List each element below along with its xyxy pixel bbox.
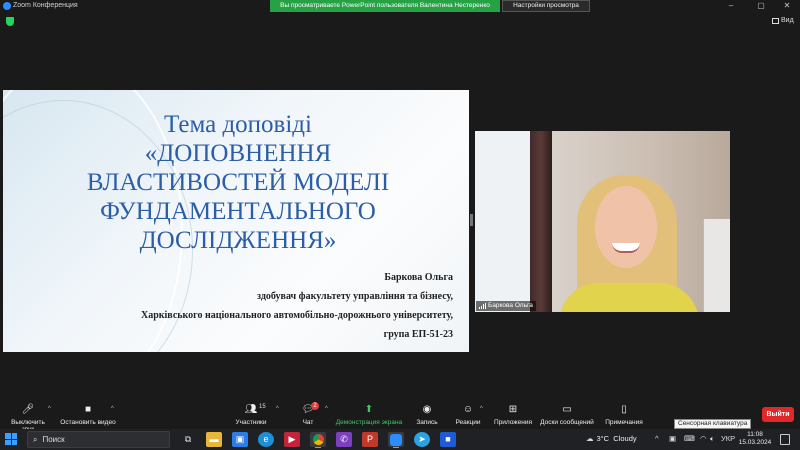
apps-button[interactable]: ⊞ Приложения bbox=[492, 404, 534, 426]
system-clock[interactable]: 11:08 15.03.2024 bbox=[736, 431, 774, 447]
slide-title-line: «ДОПОВНЕННЯ bbox=[144, 140, 332, 167]
stop-video-button[interactable]: ■ Остановить видео bbox=[60, 404, 116, 426]
language-indicator[interactable]: УКР bbox=[721, 434, 735, 443]
weather-desc: Cloudy bbox=[613, 434, 637, 443]
keyboard-icon[interactable]: ⌨ bbox=[684, 434, 695, 443]
video-options-chevron-icon[interactable]: ^ bbox=[111, 406, 114, 412]
maximize-button[interactable]: ▢ bbox=[748, 0, 774, 12]
view-options-button[interactable]: Настройки просмотра bbox=[502, 0, 590, 12]
apps-label: Приложения bbox=[493, 419, 533, 426]
apps-icon: ⊞ bbox=[508, 404, 518, 415]
clock-date: 15.03.2024 bbox=[738, 439, 772, 446]
notes-button[interactable]: ▯ Примечания bbox=[602, 404, 646, 426]
task-view-icon[interactable]: ⧉ bbox=[180, 432, 196, 447]
view-layout-label: Вид bbox=[781, 17, 794, 24]
show-hidden-icons-chevron-icon[interactable]: ^ bbox=[655, 434, 659, 443]
whiteboards-label: Доски сообщений bbox=[540, 419, 594, 426]
chat-label: Чат bbox=[302, 419, 314, 426]
file-explorer-icon[interactable]: ▬ bbox=[206, 432, 222, 447]
record-button[interactable]: ◉ Запись bbox=[412, 404, 442, 426]
slide-title-line: ФУНДАМЕНТАЛЬНОГО bbox=[100, 198, 376, 225]
title-bar: Zoom Конференция Вы просматриваете Power… bbox=[0, 0, 800, 12]
windows-taskbar: ⌕ Поиск ⧉ ▬ ▣ e ▶ ✆ P ➤ ■ ☁ 3°C Cloudy ^ ▣… bbox=[0, 429, 800, 450]
slide-author-block: Баркова Ольга здобувач факультету управл… bbox=[103, 268, 453, 344]
security-shield-icon[interactable] bbox=[6, 17, 14, 26]
grid-icon bbox=[772, 17, 779, 24]
weather-temp: 3°C bbox=[596, 434, 610, 443]
share-status-banner: Вы просматриваете PowerPoint пользовател… bbox=[270, 0, 500, 12]
participant-face bbox=[595, 186, 657, 268]
slide-title-line: ДОСЛІДЖЕННЯ» bbox=[139, 227, 337, 254]
chrome-icon[interactable] bbox=[310, 432, 326, 448]
signal-strength-icon bbox=[479, 303, 486, 309]
author-university: Харківського національного автомобільно-… bbox=[140, 310, 453, 321]
close-button[interactable]: ✕ bbox=[774, 0, 800, 12]
slide-title-line: ВЛАСТИВОСТЕЙ МОДЕЛІ bbox=[86, 169, 390, 196]
notifications-icon[interactable] bbox=[780, 434, 790, 445]
camera-icon: ■ bbox=[84, 404, 92, 415]
author-group: група ЕП-51-23 bbox=[383, 329, 453, 340]
app-tray-icon[interactable]: ▣ bbox=[669, 434, 676, 443]
record-label: Запись bbox=[416, 419, 438, 426]
volume-icon[interactable]: 🔈︎ bbox=[710, 434, 715, 444]
media-app-icon[interactable]: ▶ bbox=[284, 432, 300, 447]
edge-icon[interactable]: e bbox=[258, 432, 274, 447]
store-icon[interactable]: ▣ bbox=[232, 432, 248, 447]
participants-label: Участники bbox=[235, 419, 267, 426]
record-icon: ◉ bbox=[422, 404, 432, 415]
search-placeholder: Поиск bbox=[42, 435, 65, 444]
powerpoint-icon[interactable]: P bbox=[362, 432, 378, 447]
author-name: Баркова Ольга bbox=[384, 272, 453, 283]
view-layout-button[interactable]: Вид bbox=[772, 17, 794, 24]
notes-label: Примечания bbox=[605, 419, 643, 426]
window-title: Zoom Конференция bbox=[13, 2, 78, 9]
reactions-chevron-icon[interactable]: ^ bbox=[480, 406, 483, 412]
share-screen-icon: ⬆ bbox=[364, 404, 374, 415]
chat-chevron-icon[interactable]: ^ bbox=[325, 406, 328, 412]
chat-unread-badge: 2 bbox=[311, 402, 319, 410]
zoom-window: Zoom Конференция Вы просматриваете Power… bbox=[0, 0, 800, 450]
whiteboard-icon: ▭ bbox=[562, 404, 572, 415]
whiteboards-button[interactable]: ▭ Доски сообщений bbox=[538, 404, 596, 426]
viber-icon[interactable]: ✆ bbox=[336, 432, 352, 447]
slide-title-line: Тема доповіді bbox=[164, 111, 312, 138]
shared-slide: Тема доповіді «ДОПОВНЕННЯ ВЛАСТИВОСТЕЙ М… bbox=[3, 90, 469, 352]
participants-chevron-icon[interactable]: ^ bbox=[276, 406, 279, 412]
start-button[interactable] bbox=[5, 433, 17, 445]
clock-time: 11:08 bbox=[747, 431, 763, 438]
share-screen-button[interactable]: ⬆ Демонстрация экрана bbox=[334, 404, 404, 426]
minimize-button[interactable]: – bbox=[718, 0, 744, 12]
reactions-label: Реакции bbox=[455, 419, 481, 426]
zoom-app-icon bbox=[3, 2, 11, 10]
panel-resize-handle[interactable] bbox=[470, 214, 473, 226]
taskbar-search[interactable]: ⌕ Поиск bbox=[27, 431, 170, 448]
author-faculty: здобувач факультету управління та бізнес… bbox=[257, 291, 453, 302]
meet-app-icon[interactable]: ■ bbox=[440, 432, 456, 447]
microphone-icon: 🎤︎ bbox=[21, 404, 35, 415]
network-icon[interactable]: ◠ bbox=[700, 434, 707, 443]
search-icon: ⌕ bbox=[33, 435, 38, 444]
notes-icon: ▯ bbox=[621, 404, 627, 415]
leave-meeting-button[interactable]: Выйти bbox=[762, 407, 794, 422]
participant-video-tile[interactable]: Баркова Ольга bbox=[475, 131, 730, 312]
audio-options-chevron-icon[interactable]: ^ bbox=[48, 406, 51, 412]
zoom-taskbar-icon[interactable] bbox=[388, 432, 404, 448]
slide-title: Тема доповіді «ДОПОВНЕННЯ ВЛАСТИВОСТЕЙ М… bbox=[63, 110, 413, 255]
touch-keyboard-tooltip: Сенсорная клавиатура bbox=[674, 419, 752, 429]
participants-count: 15 bbox=[259, 404, 266, 410]
participant-name-label: Баркова Ольга bbox=[476, 301, 536, 311]
weather-widget[interactable]: ☁ 3°C Cloudy bbox=[586, 434, 637, 443]
share-screen-label: Демонстрация экрана bbox=[335, 419, 403, 426]
participant-name: Баркова Ольга bbox=[488, 302, 533, 309]
stop-video-label: Остановить видео bbox=[60, 419, 116, 426]
telegram-icon[interactable]: ➤ bbox=[414, 432, 430, 447]
cloud-icon: ☁ bbox=[586, 434, 594, 443]
